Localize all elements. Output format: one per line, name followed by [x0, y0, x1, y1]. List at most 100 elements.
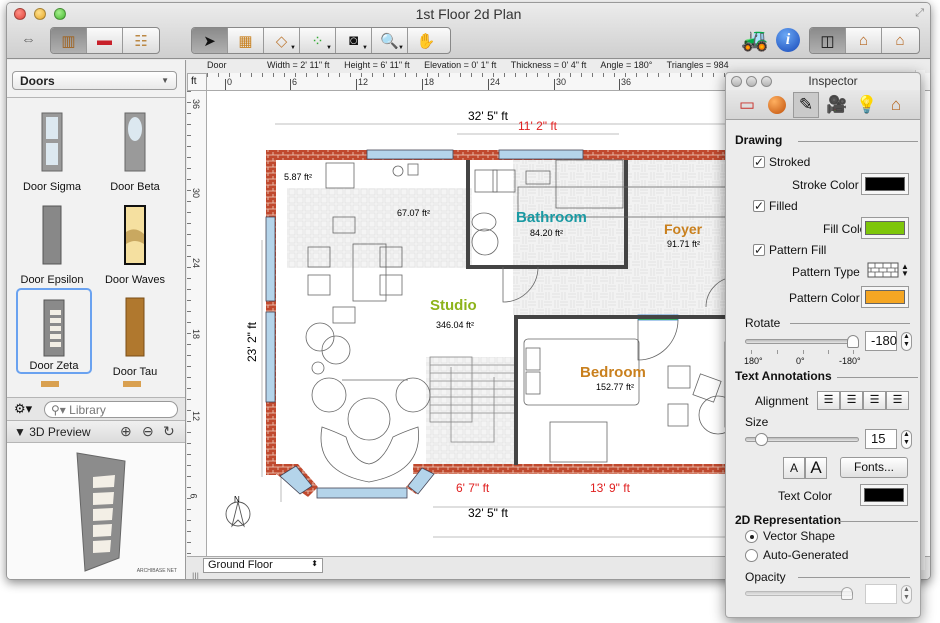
stroked-label: Stroked [769, 155, 811, 169]
align-center-button[interactable]: ☰ [840, 391, 863, 410]
rotate-tick-label: 180° [744, 356, 763, 366]
increase-font-button[interactable]: A [805, 457, 827, 479]
tick [803, 350, 804, 354]
info-angle: Angle = 180° [600, 60, 653, 70]
opacity-stepper[interactable]: ▲ ▼ [901, 585, 912, 604]
vector-shape-radio[interactable]: Vector Shape [745, 529, 835, 543]
info-height: Height = 6' 11" ft [344, 60, 410, 70]
pattern-type-picker[interactable]: ▲ ▼ [867, 261, 909, 281]
tick [853, 350, 854, 354]
rotate-slider[interactable] [745, 339, 859, 344]
pattern-fill-checkbox[interactable]: ✓ Pattern Fill [753, 243, 826, 257]
size-value-field[interactable]: 15 [865, 429, 897, 449]
ruler-minor-tick [218, 73, 219, 77]
library-item[interactable]: Door Epsilon [14, 196, 90, 286]
pattern-color-well[interactable] [861, 286, 909, 308]
align-left-button[interactable]: ☰ [817, 391, 840, 410]
room-label-bedroom[interactable]: Bedroom [580, 364, 646, 381]
room-label-studio[interactable]: Studio [430, 297, 477, 314]
2d-view-button[interactable]: ◫ [810, 28, 846, 53]
library-item-label: Door Sigma [22, 181, 82, 193]
align-justify-icon: ☰ [892, 394, 903, 406]
opacity-slider-knob[interactable] [841, 587, 853, 600]
tab-light[interactable]: 💡 [854, 92, 880, 118]
hand-icon: ✋ [416, 32, 436, 50]
checkmark-icon: ✓ [753, 243, 765, 257]
ruler-minor-tick [559, 73, 560, 77]
zoom-out-icon[interactable]: ⊖ [142, 423, 154, 440]
zoom-in-icon[interactable]: ⊕ [120, 423, 132, 440]
info-width: Width = 2' 11" ft [267, 60, 330, 70]
stroked-checkbox[interactable]: ✓ Stroked [753, 155, 810, 169]
furniture-library-button[interactable]: ▥ [51, 28, 87, 53]
door-3d-preview [76, 452, 126, 572]
text-color-swatch [864, 488, 904, 502]
floor-selector[interactable]: Ground Floor ⬍ [203, 558, 323, 573]
info-icon[interactable]: i [776, 28, 800, 52]
library-item[interactable]: Door Beta [97, 103, 173, 193]
split-view-button[interactable]: ⌂ [846, 28, 882, 53]
opacity-value-field[interactable] [865, 584, 897, 604]
rotate-icon[interactable]: ↻ [163, 423, 175, 440]
opacity-slider[interactable] [745, 591, 853, 596]
room-label-bathroom[interactable]: Bathroom [516, 209, 587, 226]
zoom-tool-button[interactable]: 🔍 ▼ [372, 28, 408, 53]
fullscreen-icon[interactable]: ⤢ [915, 7, 924, 20]
rotate-stepper[interactable]: ▲ ▼ [901, 332, 912, 351]
text-color-well[interactable] [860, 484, 908, 506]
rotate-slider-knob[interactable] [847, 335, 859, 348]
auto-generated-radio[interactable]: Auto-Generated [745, 548, 848, 562]
preview-title[interactable]: ▼ 3D Preview [14, 425, 91, 439]
ruler-minor-tick [306, 73, 307, 77]
preview-header: ▼ 3D Preview ⊕ ⊖ ↻ [7, 421, 185, 443]
3d-view-button[interactable]: ⌂ [882, 28, 918, 53]
library-item-label: Door Epsilon [20, 274, 84, 286]
select-tool-button[interactable]: ➤ [192, 28, 228, 53]
tab-camera[interactable]: 🎥 [824, 92, 850, 118]
split-house-icon: ⌂ [858, 32, 869, 49]
ruler-minor-tick [713, 73, 714, 77]
fill-color-well[interactable] [861, 217, 909, 239]
list-view-button[interactable]: ☷ [123, 28, 159, 53]
ruler-minor-tick [526, 73, 527, 77]
gear-icon[interactable]: ⚙▾ [14, 401, 32, 417]
wall-tool-button[interactable]: ▦ [228, 28, 264, 53]
floor-tool-button[interactable]: ◇ ▼ [264, 28, 300, 53]
resize-grip-icon[interactable]: ||| [192, 571, 199, 579]
room-label-foyer[interactable]: Foyer [664, 221, 703, 237]
tab-building[interactable]: ⌂ [883, 92, 909, 118]
decrease-font-button[interactable]: A [783, 457, 805, 479]
stroke-color-label: Stroke Color [792, 178, 859, 192]
armchair-icon: ▬ [97, 32, 112, 49]
pan-tool-button[interactable]: ✋ [408, 28, 444, 53]
library-item[interactable]: Door Zeta [16, 288, 92, 374]
ruler-minor-tick [187, 102, 191, 103]
resize-arrows-icon[interactable]: ⇔ [21, 31, 36, 48]
align-right-button[interactable]: ☰ [863, 391, 886, 410]
forklift-icon[interactable]: 🚜 [741, 27, 768, 53]
dropdown-indicator: ▼ [290, 45, 296, 51]
fonts-button[interactable]: Fonts... [840, 457, 908, 478]
category-select[interactable]: Doors ▼ [12, 71, 177, 90]
rotate-value-field[interactable]: -180 [865, 331, 897, 351]
size-stepper[interactable]: ▲ ▼ [901, 430, 912, 449]
library-item[interactable]: Door Waves [97, 196, 173, 286]
filled-checkbox[interactable]: ✓ Filled [753, 199, 798, 213]
library-search-input[interactable]: ⚲▾ Library [44, 401, 178, 418]
compass-icon [225, 501, 251, 528]
objects-button[interactable]: ▬ [87, 28, 123, 53]
edit-points-button[interactable]: ⁘ ▼ [300, 28, 336, 53]
tab-material[interactable] [764, 92, 790, 118]
size-slider-knob[interactable] [755, 433, 769, 446]
door-waves-thumbnail [124, 205, 146, 265]
camera-icon: ◙ [348, 32, 359, 49]
tab-drawing[interactable]: ✎ [793, 92, 819, 118]
stroke-color-well[interactable] [861, 173, 909, 195]
align-justify-button[interactable]: ☰ [886, 391, 909, 410]
3d-preview[interactable]: ARCHIBASE NET [7, 443, 185, 579]
camera-button[interactable]: ◙ ▼ [336, 28, 372, 53]
ruler-tick-label: 18 [191, 328, 202, 340]
library-item[interactable]: Door Sigma [14, 103, 90, 193]
library-item[interactable]: Door Tau [97, 288, 173, 378]
tab-dimensions[interactable]: ▭ [734, 92, 760, 118]
